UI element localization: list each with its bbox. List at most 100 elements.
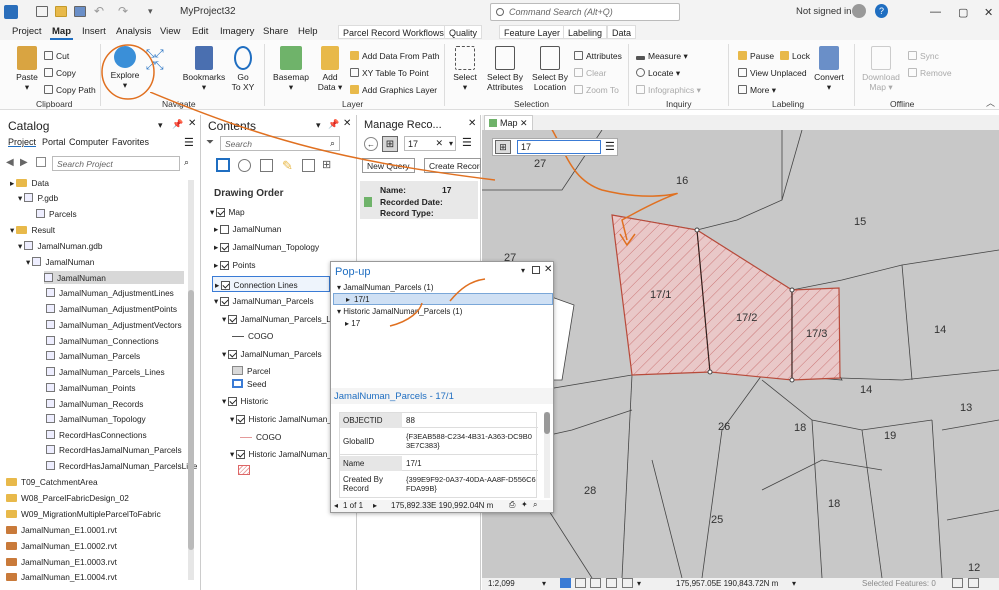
catalog-tab-computer[interactable]: Computer [69,137,109,147]
customize-icon[interactable]: ▾ [148,6,153,17]
paste-button[interactable]: Paste ▾ [10,46,44,92]
visibility-checkbox[interactable] [228,315,238,324]
tab-analysis[interactable]: Analysis [114,24,153,40]
visibility-checkbox[interactable] [220,297,230,306]
tab-data[interactable]: Data [607,25,637,39]
tab-project[interactable]: Project [10,24,44,40]
layer-historic-polygons[interactable]: ▾ Historic JamalNuman_P [230,449,337,459]
chevron-down-icon[interactable]: ▾ [542,579,546,588]
visibility-checkbox[interactable] [216,208,226,217]
undo-icon[interactable]: ↶ [94,4,104,18]
catalog-scrollbar[interactable] [188,180,194,580]
catalog-tab-favorites[interactable]: Favorites [112,137,149,147]
visibility-checkbox[interactable] [221,281,231,290]
catalog-tab-project[interactable]: Project [8,137,36,147]
catalog-home-icon[interactable] [36,157,46,167]
refresh-icon[interactable] [622,578,633,588]
catalog-item-rvt4[interactable]: JamalNuman_E1.0004.rvt [6,572,117,582]
layer-map[interactable]: ▾ Map [210,207,245,217]
refresh-map-icon[interactable] [968,578,979,588]
new-icon[interactable] [36,6,48,17]
xy-table-to-point-button[interactable]: XY Table To Point [350,67,429,79]
catalog-item-w09[interactable]: W09_MigrationMultipleParcelToFabric [6,509,161,519]
catalog-item-record-has-parcels-line[interactable]: RecordHasJamalNuman_ParcelsLine [46,461,197,471]
layer-historic[interactable]: ▾ Historic [222,396,268,406]
open-icon[interactable] [55,6,67,17]
more-labeling-button[interactable]: More ▾ [738,84,776,96]
layer-points[interactable]: ▸ Points [214,260,256,270]
tab-feature-layer[interactable]: Feature Layer [499,25,566,39]
grid-icon[interactable] [575,578,586,588]
view-unplaced-button[interactable]: View Unplaced [738,67,807,79]
attributes-button[interactable]: Attributes [574,50,622,62]
user-avatar-icon[interactable] [852,4,866,18]
catalog-item-adjustment-points[interactable]: JamalNuman_AdjustmentPoints [46,304,177,314]
catalog-item-rvt1[interactable]: JamalNuman_E1.0001.rvt [6,525,117,535]
tab-quality[interactable]: Quality [444,25,483,39]
catalog-item-w08[interactable]: W08_ParcelFabricDesign_02 [6,493,129,503]
print-icon[interactable]: ⎙ [509,500,515,510]
close-window-button[interactable]: ✕ [984,6,993,19]
close-map-tab-icon[interactable]: ✕ [520,118,528,128]
catalog-item-result[interactable]: ▾ Result [10,225,55,235]
tab-insert[interactable]: Insert [80,24,108,40]
catalog-item-record-has-parcels[interactable]: RecordHasJamalNuman_Parcels [46,445,182,455]
pause-labeling-button[interactable]: Pause [738,50,774,62]
collapse-ribbon-icon[interactable]: ︿ [986,96,995,109]
catalog-item-parcels-fc[interactable]: JamalNuman_Parcels [46,351,140,361]
maximize-button[interactable]: ▢ [958,6,968,19]
add-data-button[interactable]: Add Data ▾ [314,46,346,92]
catalog-item-rvt2[interactable]: JamalNuman_E1.0002.rvt [6,541,117,551]
layer-parcels-lines[interactable]: ▾ JamalNuman_Parcels_Lines [222,314,346,324]
select-button[interactable]: Select ▾ [450,46,480,92]
tab-map[interactable]: Map [50,24,73,40]
bookmarks-button[interactable]: Bookmarks ▾ [182,46,226,92]
layer-jamalnuman[interactable]: ▸ JamalNuman [214,224,281,234]
forward-icon[interactable]: ▶ [20,157,28,168]
select-by-location-button[interactable]: Select By Location [530,46,570,92]
tab-view[interactable]: View [158,24,182,40]
map-view[interactable]: ⊞ 17 ☰ 27 16 15 17/1 17/2 17/3 14 14 13 … [482,130,999,578]
visibility-checkbox[interactable] [228,350,238,359]
cut-button[interactable]: Cut [44,50,69,62]
copy-path-button[interactable]: Copy Path [44,84,96,96]
chevron-down-icon[interactable]: ▾ [637,579,641,588]
basemap-button[interactable]: Basemap ▾ [272,46,310,92]
sync-button[interactable]: Sync [908,50,939,62]
catalog-item-jamalnuman-dataset[interactable]: ▾ JamalNuman [26,257,94,267]
catalog-item-records[interactable]: JamalNuman_Records [46,399,143,409]
catalog-item-topology[interactable]: JamalNuman_Topology [46,414,146,424]
visibility-checkbox[interactable] [236,450,246,459]
prev-feature-icon[interactable]: ◂ [334,501,338,510]
catalog-item-points[interactable]: JamalNuman_Points [46,383,136,393]
flash-icon[interactable]: ✦ [521,500,528,509]
select-by-attributes-button[interactable]: Select By Attributes [484,46,526,92]
parcel-map[interactable] [482,130,999,578]
visibility-checkbox[interactable] [228,397,238,406]
catalog-item-data[interactable]: ▸ Data [10,178,49,188]
copy-button[interactable]: Copy [44,67,76,79]
tab-labeling[interactable]: Labeling [563,25,608,39]
scale-dropdown[interactable]: 1:2,099 [488,579,515,588]
clear-selection-button[interactable]: Clear [574,67,606,79]
catalog-item-adjustment-lines[interactable]: JamalNuman_AdjustmentLines [46,288,174,298]
tab-imagery[interactable]: Imagery [218,24,256,40]
catalog-item-pgdb[interactable]: ▾ P.gdb [18,193,58,203]
infographics-button[interactable]: Infographics ▾ [636,84,701,96]
layer-parcels-polygons[interactable]: ▾ JamalNuman_Parcels [222,349,322,359]
catalog-item-t09[interactable]: T09_CatchmentArea [6,477,98,487]
snapping-icon[interactable] [590,578,601,588]
visibility-checkbox[interactable] [220,225,230,234]
layer-connection-lines[interactable]: ▸ Connection Lines [212,276,330,292]
zoom-to-selection-button[interactable]: Zoom To [574,84,619,96]
layer-historic-lines[interactable]: ▾ Historic JamalNuman_P [230,414,337,424]
locate-button[interactable]: Locate ▾ [636,67,680,79]
catalog-item-jamalnuman-gdb[interactable]: ▾ JamalNuman.gdb [18,241,103,251]
catalog-item-jamalnuman-fabric[interactable]: JamalNuman [44,271,184,284]
tab-share[interactable]: Share [261,24,290,40]
pause-drawing-icon[interactable] [952,578,963,588]
back-icon[interactable]: ◀ [6,157,14,168]
help-icon[interactable]: ? [875,4,888,18]
visibility-checkbox[interactable] [220,243,230,252]
catalog-item-parcels[interactable]: Parcels [36,209,77,219]
